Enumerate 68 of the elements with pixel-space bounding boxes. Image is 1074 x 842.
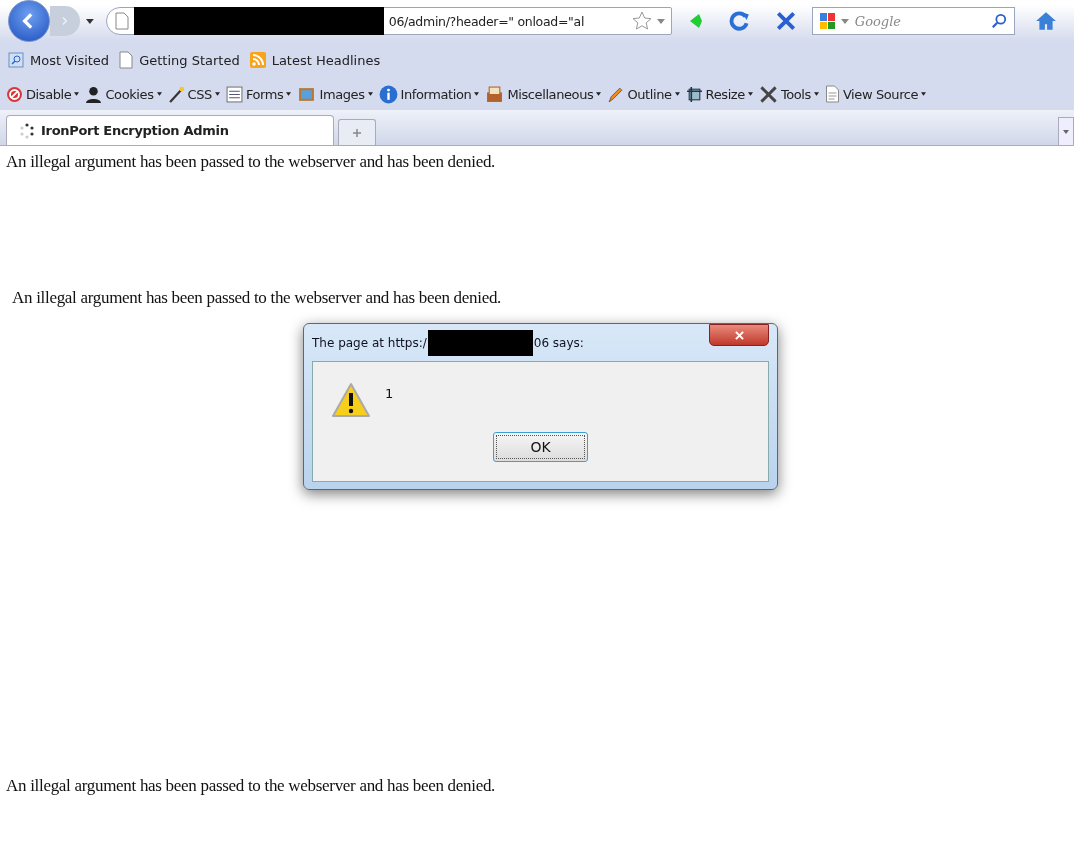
browser-tab[interactable]: IronPort Encryption Admin — [6, 115, 334, 145]
pencil-icon — [607, 85, 625, 103]
caret-icon — [474, 92, 480, 96]
search-engine-icon[interactable] — [818, 12, 837, 30]
caret-icon — [286, 92, 292, 96]
tab-list-button[interactable] — [1058, 117, 1074, 145]
caret-icon — [921, 92, 927, 96]
address-field[interactable]: 06/admin/?header=" onload="al — [388, 13, 627, 29]
reload-icon[interactable] — [728, 10, 751, 32]
form-icon — [225, 85, 243, 103]
dialog-title: The page at https:/ — [312, 335, 427, 350]
ok-button[interactable]: OK — [493, 432, 588, 462]
stop-icon[interactable] — [774, 10, 797, 32]
caret-icon — [596, 92, 602, 96]
caret-icon — [813, 92, 819, 96]
search-field[interactable]: Google — [852, 12, 987, 30]
plus-icon — [352, 127, 362, 138]
caret-icon — [747, 92, 753, 96]
image-icon — [297, 85, 317, 103]
toolbar-menu-button[interactable]: CSS — [167, 85, 220, 103]
toolbar-menu-button[interactable]: Disable — [6, 85, 80, 103]
toolbar-menu-button[interactable]: View Source — [824, 85, 927, 103]
caret-icon — [367, 92, 373, 96]
toolbar-menu-button[interactable]: Resize — [685, 85, 753, 103]
bookmark-link[interactable]: Getting Started — [119, 51, 240, 69]
info-icon — [378, 84, 398, 104]
address-bar[interactable]: 06/admin/?header=" onload="al — [105, 7, 672, 35]
dialog-title: 06 says: — [533, 335, 584, 350]
prohibition-icon — [6, 85, 23, 103]
new-tab-button[interactable] — [338, 119, 376, 145]
bookmark-link[interactable]: Most Visited — [8, 52, 110, 68]
error-message: An illegal argument has been passed to the webserver and has been denied. — [6, 776, 496, 796]
toolbar-menu-button[interactable]: Cookies — [85, 85, 162, 103]
rss-icon — [249, 52, 266, 68]
crop-icon — [685, 85, 703, 103]
document-icon — [824, 85, 840, 103]
home-icon[interactable] — [1035, 10, 1057, 32]
search-bar[interactable]: Google — [811, 7, 1015, 35]
back-button[interactable] — [8, 0, 50, 42]
error-message: An illegal argument has been passed to the webserver and has been denied. — [6, 152, 496, 172]
bookmark-link[interactable]: Latest Headlines — [249, 52, 381, 68]
toolbar-menu-button[interactable]: Images — [297, 85, 373, 103]
inbox-icon — [485, 85, 505, 103]
warning-icon — [331, 382, 371, 418]
toolbar-menu-button[interactable]: Information — [378, 84, 480, 104]
caret-icon — [214, 92, 220, 96]
tools-icon — [758, 84, 778, 104]
toolbar-menu-button[interactable]: Tools — [758, 84, 819, 104]
page-icon — [114, 12, 129, 30]
close-button[interactable] — [709, 324, 769, 346]
magnifier-folder-icon — [8, 52, 24, 68]
wand-icon — [167, 85, 185, 103]
star-icon[interactable] — [631, 11, 652, 31]
caret-icon — [156, 92, 162, 96]
caret-icon[interactable] — [86, 18, 94, 24]
person-icon — [85, 85, 103, 103]
search-icon[interactable] — [990, 13, 1007, 29]
caret-icon — [74, 92, 80, 96]
spinner-icon — [19, 122, 35, 139]
toolbar-menu-button[interactable]: Outline — [607, 85, 680, 103]
toolbar-menu-button[interactable]: Miscellaneous — [485, 85, 602, 103]
caret-icon — [1063, 129, 1069, 134]
close-icon — [733, 330, 745, 340]
alert-message: 1 — [385, 386, 394, 401]
toolbar-menu-button[interactable]: Forms — [225, 85, 292, 103]
error-message: An illegal argument has been passed to the webserver and has been denied. — [12, 288, 502, 308]
caret-icon — [674, 92, 680, 96]
page-icon — [119, 51, 134, 69]
